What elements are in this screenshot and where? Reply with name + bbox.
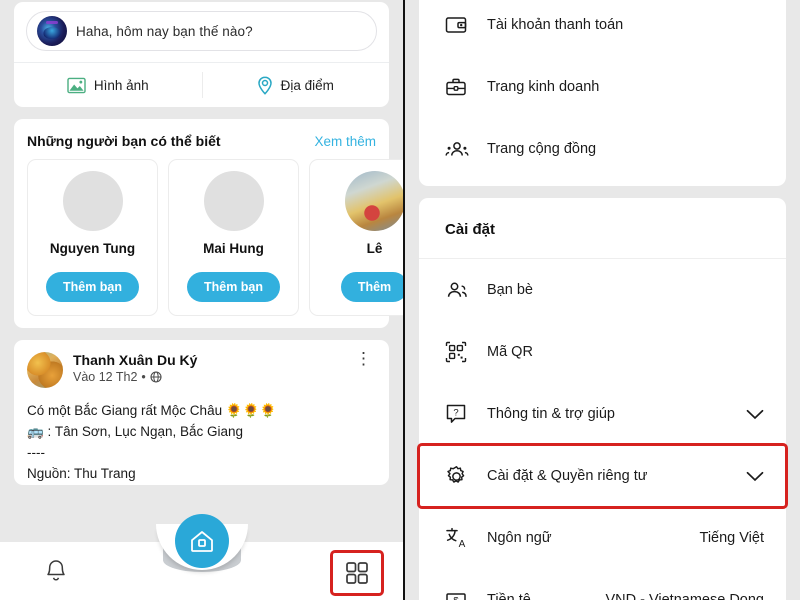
- settings-item-value: Tiếng Việt: [699, 530, 765, 546]
- briefcase-icon: [445, 77, 471, 97]
- avatar: [203, 171, 264, 231]
- composer-photo-button[interactable]: Hình ảnh: [14, 63, 202, 107]
- chevron-down-icon: [746, 409, 764, 420]
- left-phone-panel: Haha, hôm nay bạn thế nào? Hình ảnh Địa …: [0, 0, 403, 600]
- settings-item-label: Ngôn ngữ: [487, 530, 552, 546]
- pymk-header: Những người bạn có thể biết Xem thêm: [14, 119, 389, 159]
- help-icon: ?: [445, 403, 471, 425]
- svg-text:?: ?: [453, 408, 458, 419]
- svg-text:A: A: [459, 539, 466, 549]
- bullet-separator: •: [141, 370, 146, 384]
- friend-name: Mai Hung: [203, 241, 264, 256]
- community-icon: [445, 139, 471, 159]
- settings-item-help[interactable]: ? Thông tin & trợ giúp: [419, 383, 786, 445]
- add-friend-button[interactable]: Thêm bạn: [45, 272, 140, 302]
- composer-input[interactable]: Haha, hôm nay bạn thế nào?: [26, 11, 377, 51]
- settings-item-language[interactable]: A Ngôn ngữ Tiếng Việt: [419, 507, 786, 569]
- add-friend-button[interactable]: Thêm bạn: [186, 272, 281, 302]
- pymk-see-more-link[interactable]: Xem thêm: [314, 134, 376, 149]
- grid-menu-button[interactable]: [330, 550, 384, 596]
- add-friend-button[interactable]: Thêm: [340, 272, 403, 302]
- feed-scroll-area[interactable]: Haha, hôm nay bạn thế nào? Hình ảnh Địa …: [0, 0, 403, 600]
- translate-icon: A: [445, 527, 471, 549]
- post-meta: Thanh Xuân Du Ký Vào 12 Th2 •: [73, 352, 351, 384]
- composer-action-row: Hình ảnh Địa điểm: [14, 62, 389, 107]
- post-line: Có một Bắc Giang rất Mộc Châu 🌻🌻🌻: [27, 403, 277, 418]
- composer-top-row: Haha, hôm nay bạn thế nào?: [14, 2, 389, 62]
- svg-text:$: $: [453, 596, 459, 600]
- menu-item-business-page[interactable]: Trang kinh doanh: [419, 56, 786, 118]
- post-composer-card: Haha, hôm nay bạn thế nào? Hình ảnh Địa …: [14, 2, 389, 107]
- menu-item-community-page[interactable]: Trang cộng đồng: [419, 118, 786, 180]
- post-line: Nguồn: Thu Trang: [27, 465, 136, 481]
- composer-location-button[interactable]: Địa điểm: [201, 63, 390, 107]
- home-button[interactable]: [174, 514, 229, 568]
- people-you-may-know-card: Những người bạn có thể biết Xem thêm Ngu…: [14, 119, 403, 328]
- more-vertical-icon[interactable]: ⋮: [351, 350, 376, 367]
- friend-card[interactable]: Lê Thêm: [309, 159, 403, 316]
- composer-photo-label: Hình ảnh: [93, 77, 149, 93]
- post-body-text: Có một Bắc Giang rất Mộc Châu 🌻🌻🌻 🚌 : Tâ…: [27, 401, 376, 485]
- settings-item-value: VND - Vietnamese Dong: [605, 592, 764, 600]
- composer-location-label: Địa điểm: [280, 77, 334, 93]
- menu-item-label: Trang cộng đồng: [487, 141, 597, 157]
- settings-item-label: Thông tin & trợ giúp: [487, 406, 615, 422]
- settings-item-label: Bạn bè: [487, 282, 533, 298]
- settings-item-label: Tiền tệ: [487, 592, 531, 600]
- bottom-navigation-bar: [0, 514, 403, 600]
- menu-item-payment-account[interactable]: Tài khoản thanh toán: [419, 0, 786, 56]
- location-pin-icon: [257, 75, 273, 95]
- chevron-down-icon: [746, 471, 764, 482]
- user-avatar-panther[interactable]: [37, 16, 67, 46]
- feed-post-card: Thanh Xuân Du Ký Vào 12 Th2 • ⋮ Có một B…: [14, 340, 389, 485]
- avatar: [344, 171, 403, 231]
- friend-name: Lê: [366, 241, 383, 256]
- settings-item-settings-privacy[interactable]: Cài đặt & Quyền riêng tư: [417, 443, 788, 509]
- post-line: ----: [27, 444, 45, 460]
- pymk-title: Những người bạn có thể biết: [27, 133, 221, 149]
- post-timestamp-row: Vào 12 Th2 •: [73, 370, 351, 384]
- grid-menu-icon: [344, 560, 370, 586]
- settings-item-currency[interactable]: $ Tiền tệ VND - Vietnamese Dong: [419, 569, 786, 600]
- post-author-name[interactable]: Thanh Xuân Du Ký: [73, 352, 351, 368]
- post-header: Thanh Xuân Du Ký Vào 12 Th2 • ⋮: [27, 350, 376, 388]
- friend-card[interactable]: Nguyen Tung Thêm bạn: [27, 159, 158, 316]
- right-phone-panel: Tài khoản thanh toán Trang kinh doanh Tr…: [405, 0, 800, 600]
- app-screenshot: Haha, hôm nay bạn thế nào? Hình ảnh Địa …: [0, 0, 800, 600]
- gear-icon: [445, 465, 471, 488]
- friend-name: Nguyen Tung: [49, 241, 136, 256]
- pymk-friend-strip[interactable]: Nguyen Tung Thêm bạn Mai Hung Thêm bạn L…: [14, 159, 403, 316]
- settings-card: Cài đặt Bạn bè Mã QR ? Thông tin & trợ g…: [417, 198, 788, 600]
- friend-card[interactable]: Mai Hung Thêm bạn: [168, 159, 299, 316]
- menu-item-label: Trang kinh doanh: [487, 79, 600, 95]
- account-links-card: Tài khoản thanh toán Trang kinh doanh Tr…: [419, 0, 786, 186]
- currency-icon: $: [445, 591, 471, 600]
- home-icon: [188, 527, 216, 555]
- post-line: 🚌 : Tân Sơn, Lục Ngạn, Bắc Giang: [27, 423, 244, 439]
- wallet-icon: [445, 15, 471, 35]
- bell-icon[interactable]: [43, 558, 69, 586]
- settings-item-label: Mã QR: [487, 344, 533, 360]
- settings-section-title: Cài đặt: [419, 198, 786, 259]
- qr-code-icon: [445, 341, 471, 363]
- settings-item-qr-code[interactable]: Mã QR: [419, 321, 786, 383]
- post-timestamp: Vào 12 Th2: [73, 370, 138, 384]
- avatar: [62, 171, 123, 231]
- photo-icon: [67, 77, 86, 94]
- settings-item-friends[interactable]: Bạn bè: [419, 259, 786, 321]
- composer-placeholder-text: Haha, hôm nay bạn thế nào?: [76, 23, 253, 39]
- settings-item-label: Cài đặt & Quyền riêng tư: [487, 468, 648, 484]
- menu-item-label: Tài khoản thanh toán: [487, 17, 624, 33]
- globe-icon: [150, 371, 162, 383]
- friends-icon: [445, 280, 471, 300]
- avatar[interactable]: [27, 352, 63, 388]
